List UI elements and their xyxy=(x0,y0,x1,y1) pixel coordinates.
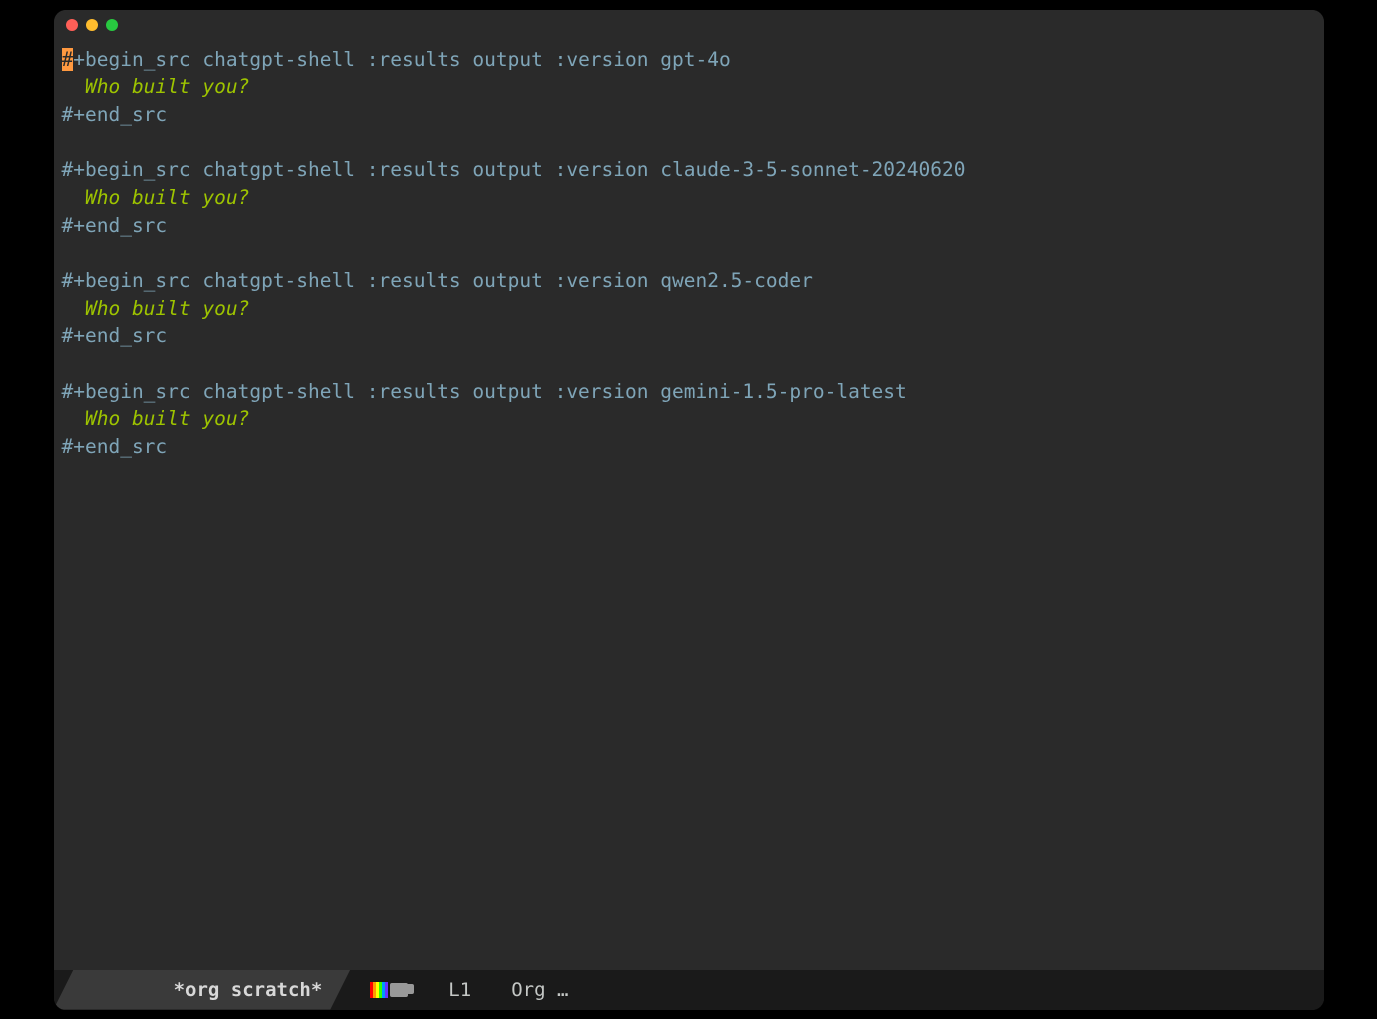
editor-buffer[interactable]: #+begin_src chatgpt-shell :results outpu… xyxy=(54,40,1324,970)
src-block-end[interactable]: #+end_src xyxy=(62,212,1316,240)
src-block-end[interactable]: #+end_src xyxy=(62,322,1316,350)
src-block-end[interactable]: #+end_src xyxy=(62,433,1316,461)
nyan-cat-icon xyxy=(370,982,408,998)
macos-titlebar xyxy=(54,10,1324,40)
close-button[interactable] xyxy=(66,19,78,31)
modeline: *org scratch* L1 Org … xyxy=(54,970,1324,1010)
text-cursor: # xyxy=(62,48,74,71)
src-block-body[interactable]: Who built you? xyxy=(62,295,1316,323)
buffer-name: *org scratch* xyxy=(174,979,323,1001)
maximize-button[interactable] xyxy=(106,19,118,31)
src-block-begin[interactable]: #+begin_src chatgpt-shell :results outpu… xyxy=(62,46,1316,74)
modeline-tab[interactable]: *org scratch* xyxy=(54,970,351,1010)
blank-line[interactable] xyxy=(62,350,1316,378)
src-block-begin[interactable]: #+begin_src chatgpt-shell :results outpu… xyxy=(62,267,1316,295)
src-block-end[interactable]: #+end_src xyxy=(62,101,1316,129)
emacs-window: #+begin_src chatgpt-shell :results outpu… xyxy=(54,10,1324,1010)
src-block-body[interactable]: Who built you? xyxy=(62,184,1316,212)
src-block-body[interactable]: Who built you? xyxy=(62,405,1316,433)
blank-line[interactable] xyxy=(62,239,1316,267)
src-block-begin[interactable]: #+begin_src chatgpt-shell :results outpu… xyxy=(62,378,1316,406)
major-mode-name: Org … xyxy=(511,979,568,1001)
blank-line[interactable] xyxy=(62,129,1316,157)
modeline-info: L1 Org … xyxy=(340,970,568,1010)
src-block-body[interactable]: Who built you? xyxy=(62,73,1316,101)
line-number-indicator: L1 xyxy=(448,979,471,1001)
src-block-begin[interactable]: #+begin_src chatgpt-shell :results outpu… xyxy=(62,156,1316,184)
minimize-button[interactable] xyxy=(86,19,98,31)
